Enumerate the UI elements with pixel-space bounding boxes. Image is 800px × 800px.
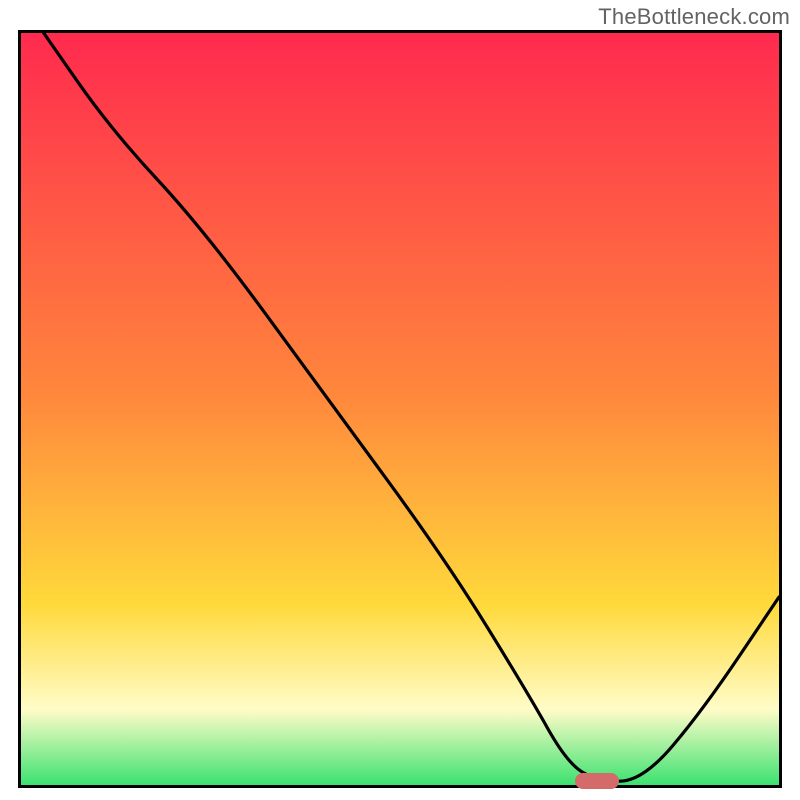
gradient-rect xyxy=(21,33,779,785)
chart-stage: TheBottleneck.com xyxy=(0,0,800,800)
watermark-text: TheBottleneck.com xyxy=(598,4,790,30)
plot-area xyxy=(18,30,782,788)
background-gradient xyxy=(21,33,779,785)
